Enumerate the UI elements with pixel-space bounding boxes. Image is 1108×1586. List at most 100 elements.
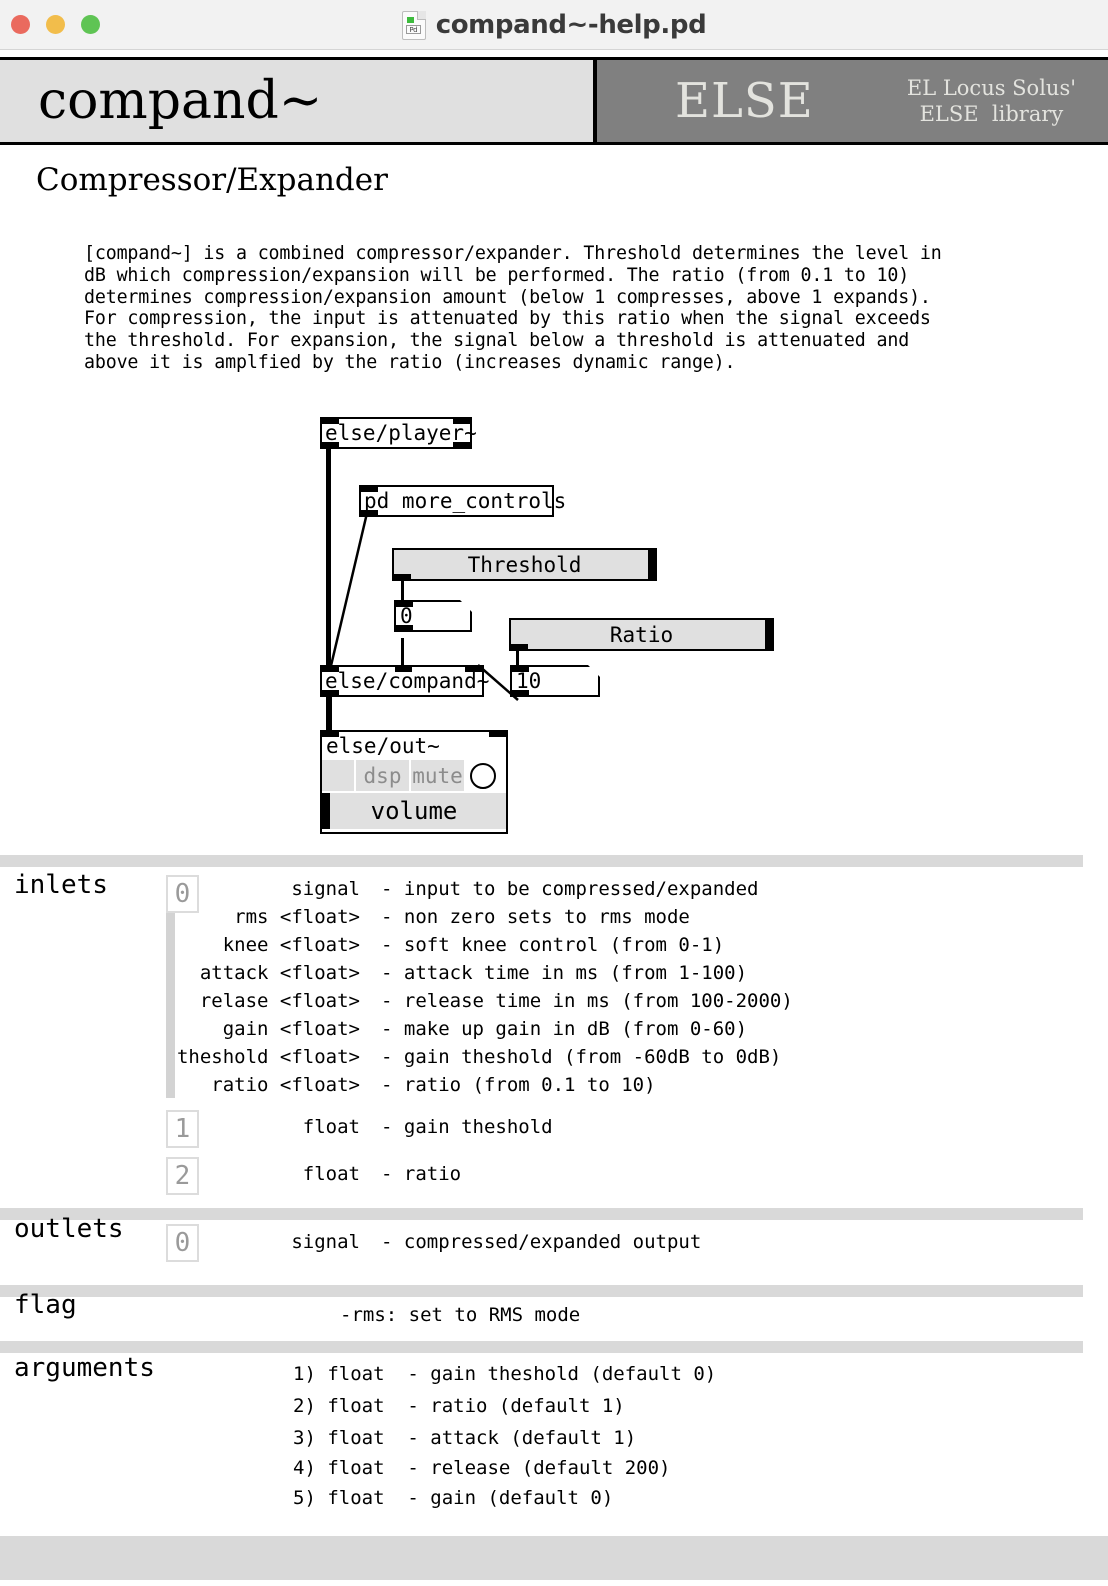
pd-icon-label: Pd — [405, 24, 421, 34]
description-text: [compand~] is a combined compressor/expa… — [84, 243, 942, 373]
mute-toggle[interactable]: mute — [411, 760, 466, 791]
section-separator — [0, 855, 1083, 867]
else-out-control-row: dsp mute — [322, 760, 506, 791]
outlet-nub[interactable] — [322, 442, 339, 447]
inlet-row-desc: - ratio — [381, 1163, 462, 1185]
inlet-row-name: ratio <float> — [211, 1074, 360, 1096]
inlet-row: theshold <float> - gain theshold (from -6… — [160, 1043, 781, 1071]
inlet-row-name: signal — [291, 878, 360, 900]
argument-row: 4) float - release (default 200) — [293, 1457, 671, 1479]
banner-object-name-panel: compand~ — [0, 60, 597, 142]
outlet-nub[interactable] — [453, 442, 470, 447]
banner-logo-panel: ELSE EL Locus Solus' ELSE library — [597, 60, 1108, 142]
volume-slider-label: volume — [370, 797, 458, 825]
inlet-row-desc: - soft knee control (from 0-1) — [381, 934, 725, 956]
section-separator — [0, 1208, 1083, 1220]
ratio-number-box[interactable]: 10 — [510, 665, 600, 697]
else-library-credit: EL Locus Solus' ELSE library — [907, 75, 1076, 128]
inlet-nub[interactable] — [512, 667, 529, 672]
inlet-row-name: relase <float> — [199, 990, 360, 1012]
footer-bar — [0, 1536, 1108, 1580]
ratio-slider-label: Ratio — [609, 622, 674, 647]
threshold-slider-label: Threshold — [467, 552, 582, 577]
circle-indicator-icon — [470, 762, 496, 789]
subpatch-more-controls-label: pd more_controls — [364, 488, 567, 513]
dsp-toggle[interactable]: dsp — [356, 760, 411, 791]
inlet-row: signal - input to be compressed/expanded — [160, 875, 759, 903]
banner-object-name: compand~ — [38, 71, 323, 131]
inlet-row-name: float — [302, 1116, 360, 1138]
else-logo: ELSE — [675, 73, 814, 129]
inlet-row: ratio <float> - ratio (from 0.1 to 10) — [160, 1071, 656, 1099]
inlet-row: gain <float> - make up gain in dB (from 0… — [160, 1015, 747, 1043]
inlet-row-desc: - ratio (from 0.1 to 10) — [381, 1074, 656, 1096]
outlet-nub[interactable] — [511, 644, 528, 649]
wire-morecontrols-to-compand — [320, 510, 380, 675]
object-else-out[interactable]: else/out~ dsp mute volume — [320, 730, 508, 834]
inlet-row-desc: - attack time in ms (from 1-100) — [381, 962, 748, 984]
argument-row: 1) float - gain theshold (default 0) — [293, 1363, 717, 1385]
inlet-row: relase <float> - release time in ms (from… — [160, 987, 793, 1015]
inlet-row-desc: - gain theshold (from -60dB to 0dB) — [381, 1046, 782, 1068]
threshold-number-box[interactable]: 0 — [394, 600, 472, 632]
outlet-row-desc: - compressed/expanded output — [381, 1231, 702, 1253]
ratio-slider[interactable]: Ratio — [509, 618, 774, 651]
argument-row: 2) float - ratio (default 1) — [293, 1395, 625, 1417]
inlet-row: float - gain theshold — [160, 1113, 553, 1141]
outlet-row: signal - compressed/expanded output — [160, 1228, 701, 1256]
object-else-compand[interactable]: else/compand~ — [320, 665, 489, 697]
ratio-slider-knob[interactable] — [765, 620, 772, 649]
inlet-nub[interactable] — [396, 602, 413, 607]
inlet-nub[interactable] — [322, 732, 339, 737]
threshold-slider-knob[interactable] — [648, 550, 655, 579]
else-out-indicator[interactable] — [466, 760, 500, 791]
object-else-player-label: else/player~ — [325, 420, 477, 445]
pd-document-icon: Pd — [401, 10, 426, 40]
window-title-bar: Pd compand~-help.pd — [0, 0, 1108, 50]
inlet-row-name: gain <float> — [222, 1018, 360, 1040]
inlet-row-name: theshold <float> — [176, 1046, 360, 1068]
inlet-row-desc: - input to be compressed/expanded — [381, 878, 759, 900]
object-else-compand-label: else/compand~ — [325, 668, 490, 693]
outlet-row-name: signal — [291, 1231, 360, 1253]
inlet-nub[interactable] — [322, 419, 339, 424]
volume-slider-knob[interactable] — [322, 793, 330, 829]
inlet-row: float - ratio — [160, 1160, 461, 1188]
inlet-row: attack <float> - attack time in ms (from … — [160, 959, 747, 987]
inlet-nub[interactable] — [361, 487, 378, 492]
section-separator — [0, 1341, 1083, 1353]
pd-patch-canvas[interactable]: else/player~ pd more_controls Threshold … — [0, 400, 1108, 850]
outlet-nub[interactable] — [394, 574, 411, 579]
else-out-level-pad[interactable] — [322, 760, 356, 791]
outlet-nub[interactable] — [512, 690, 529, 695]
inlet-nub[interactable] — [322, 667, 339, 672]
outlet-nub[interactable] — [322, 690, 339, 695]
inlet-nub[interactable] — [489, 732, 506, 737]
subpatch-more-controls[interactable]: pd more_controls — [359, 485, 566, 517]
window-title-group: Pd compand~-help.pd — [0, 0, 1108, 50]
outlet-nub[interactable] — [361, 510, 378, 515]
inlet-row-name: rms <float> — [234, 906, 360, 928]
window-title: compand~-help.pd — [435, 10, 707, 40]
flag-section-label: flag — [14, 1290, 77, 1320]
argument-row: 5) float - gain (default 0) — [293, 1487, 614, 1509]
green-chip-icon — [406, 16, 414, 23]
threshold-slider[interactable]: Threshold — [392, 548, 657, 581]
inlet-row-desc: - release time in ms (from 100-2000) — [381, 990, 793, 1012]
argument-row: 3) float - attack (default 1) — [293, 1427, 637, 1449]
inlet-row-name: float — [302, 1163, 360, 1185]
else-banner: compand~ ELSE EL Locus Solus' ELSE libra… — [0, 57, 1108, 145]
inlet-row-desc: - gain theshold — [381, 1116, 553, 1138]
inlet-nub[interactable] — [453, 419, 470, 424]
credit-line-2: ELSE library — [919, 102, 1064, 126]
inlet-nub[interactable] — [465, 667, 482, 672]
credit-line-1: EL Locus Solus' — [906, 75, 1076, 100]
inlet-row: rms <float> - non zero sets to rms mode — [160, 903, 690, 931]
object-else-player[interactable]: else/player~ — [320, 417, 477, 449]
inlet-row-desc: - make up gain in dB (from 0-60) — [381, 1018, 748, 1040]
volume-slider[interactable]: volume — [322, 791, 506, 829]
outlet-nub[interactable] — [396, 625, 413, 630]
flag-text: -rms: set to RMS mode — [340, 1304, 581, 1326]
inlet-nub[interactable] — [395, 667, 412, 672]
object-else-out-label: else/out~ — [326, 734, 440, 758]
